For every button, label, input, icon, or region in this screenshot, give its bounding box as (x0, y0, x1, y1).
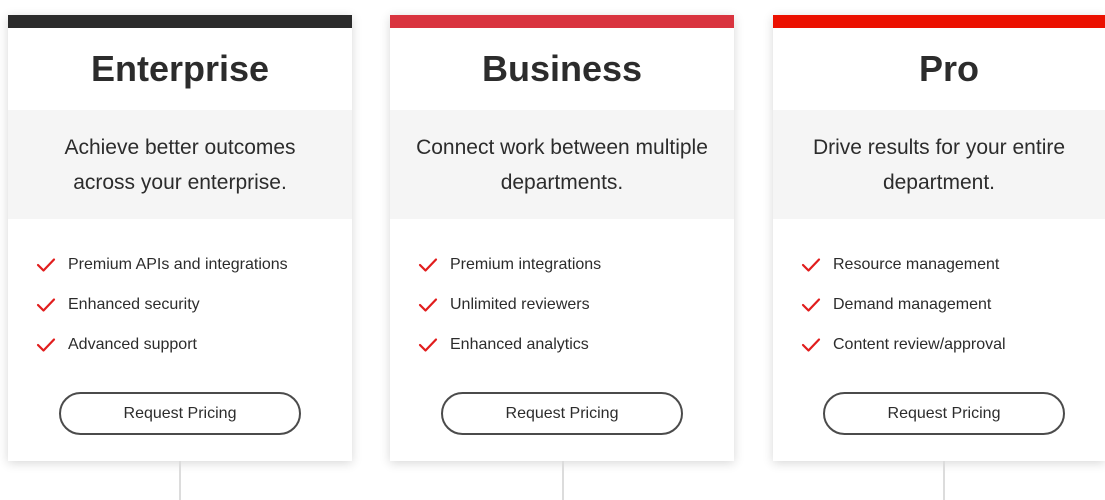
feature-label: Content review/approval (833, 336, 1006, 353)
connector-line (943, 461, 945, 500)
plan-title: Pro (918, 48, 979, 89)
checkmark-icon (418, 338, 438, 352)
plan-tagline-text: Connect work between multiple department… (416, 135, 708, 194)
checkmark-icon (418, 298, 438, 312)
plan-tagline: Drive results for your entire department… (773, 110, 1105, 219)
feature-item: Premium integrations (418, 245, 734, 285)
checkmark-icon (801, 298, 821, 312)
checkmark-icon (36, 258, 56, 272)
plan-color-bar (8, 15, 352, 28)
checkmark-icon (801, 338, 821, 352)
plan-color-bar (390, 15, 734, 28)
feature-label: Premium APIs and integrations (68, 256, 288, 273)
feature-item: Premium APIs and integrations (36, 245, 352, 285)
plan-title: Enterprise (90, 48, 270, 89)
feature-label: Resource management (833, 256, 1000, 273)
button-wrapper: Request Pricing (773, 392, 1105, 435)
plan-title: Business (481, 48, 643, 89)
feature-item: Advanced support (36, 325, 352, 365)
checkmark-icon (36, 338, 56, 352)
button-wrapper: Request Pricing (390, 392, 734, 435)
feature-label: Premium integrations (450, 256, 602, 273)
feature-item: Enhanced security (36, 285, 352, 325)
checkmark-icon (801, 258, 821, 272)
feature-label: Demand management (833, 296, 992, 313)
plan-card-enterprise: Enterprise Achieve better outcomes acros… (8, 15, 352, 461)
plan-card-business: Business Connect work between multiple d… (390, 15, 734, 461)
connector-line (179, 461, 181, 500)
plan-tagline-text: Achieve better outcomes across your ente… (64, 135, 296, 194)
plan-card-pro: Pro Drive results for your entire depart… (773, 15, 1105, 461)
checkmark-icon (36, 298, 56, 312)
checkmark-icon (418, 258, 438, 272)
plan-tagline-text: Drive results for your entire department… (812, 135, 1066, 194)
button-wrapper: Request Pricing (8, 392, 352, 435)
feature-list: Premium APIs and integrations Enhanced s… (8, 219, 352, 365)
feature-item: Demand management (801, 285, 1105, 325)
feature-label: Advanced support (68, 336, 197, 353)
feature-label: Unlimited reviewers (450, 296, 590, 313)
connector-line (562, 461, 564, 500)
feature-item: Enhanced analytics (418, 325, 734, 365)
feature-list: Premium integrations Unlimited reviewers… (390, 219, 734, 365)
request-pricing-button-enterprise[interactable]: Request Pricing (59, 392, 301, 435)
feature-list: Resource management Demand management Co… (773, 219, 1105, 365)
request-pricing-button-business[interactable]: Request Pricing (441, 392, 683, 435)
plan-tagline: Achieve better outcomes across your ente… (8, 110, 352, 219)
feature-label: Enhanced security (68, 296, 200, 313)
feature-item: Resource management (801, 245, 1105, 285)
feature-label: Enhanced analytics (450, 336, 589, 353)
request-pricing-button-pro[interactable]: Request Pricing (823, 392, 1065, 435)
plan-color-bar (773, 15, 1105, 28)
feature-item: Content review/approval (801, 325, 1105, 365)
feature-item: Unlimited reviewers (418, 285, 734, 325)
plan-tagline: Connect work between multiple department… (390, 110, 734, 219)
